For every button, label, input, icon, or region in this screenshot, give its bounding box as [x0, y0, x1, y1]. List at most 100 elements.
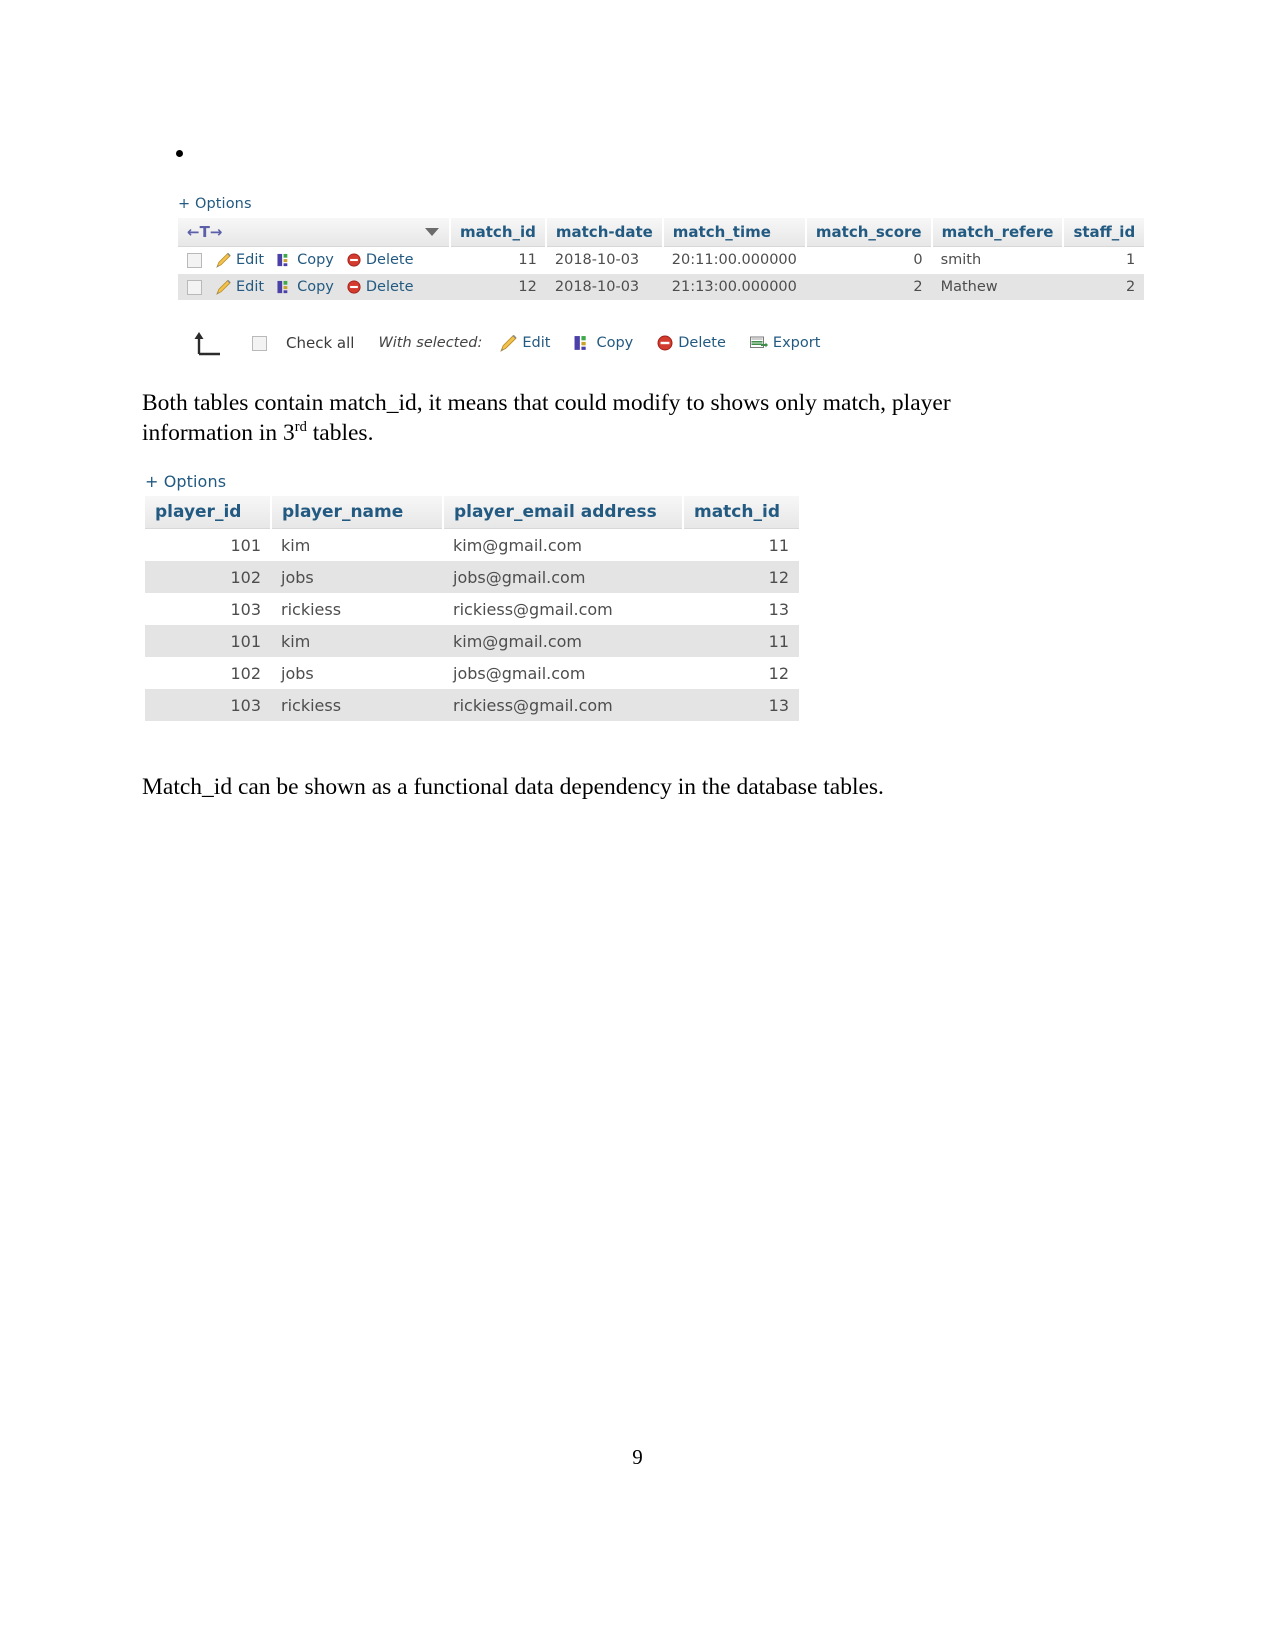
cell-staff-id: 2 [1063, 273, 1145, 301]
cell-match-date: 2018-10-03 [545, 246, 663, 274]
table-row: 101 kim kim@gmail.com 11 [145, 625, 799, 657]
cell-player-email: jobs@gmail.com [443, 561, 683, 593]
page-number: 9 [632, 1445, 643, 1469]
table-row: Edit [178, 273, 1145, 301]
copy-icon [574, 335, 591, 352]
export-label: Export [772, 335, 821, 351]
copy-icon [277, 253, 292, 268]
table-row: 102 jobs jobs@gmail.com 12 [145, 561, 799, 593]
paragraph-1-text-a: Both tables contain match_id, it means t… [142, 390, 951, 447]
cell-player-id: 102 [145, 657, 271, 689]
sort-arrows-label: ←T→ [187, 223, 223, 241]
row-checkbox[interactable] [187, 252, 202, 268]
copy-icon [277, 280, 292, 295]
column-header-sorter[interactable]: ←T→ [178, 218, 451, 247]
cell-player-name: kim [271, 528, 443, 561]
paragraph-both-tables: Both tables contain match_id, it means t… [142, 388, 972, 448]
bullet-list-item [142, 140, 1042, 166]
table-header-row: ←T→ match_id match-date match_time match… [178, 218, 1145, 247]
copy-label: Copy [297, 279, 334, 295]
cell-match-refere: smith [931, 246, 1064, 274]
chevron-down-icon[interactable] [425, 228, 439, 236]
delete-circle-icon [347, 280, 361, 294]
cell-player-id: 101 [145, 528, 271, 561]
table-row: 101 kim kim@gmail.com 11 [145, 528, 799, 561]
bulk-copy-label: Copy [596, 335, 634, 351]
cell-player-name: jobs [271, 657, 443, 689]
cell-player-name: rickiess [271, 689, 443, 721]
column-header-match-id[interactable]: match_id [450, 218, 547, 247]
cell-match-time: 21:13:00.000000 [662, 273, 806, 301]
options-link-player[interactable]: + Options [145, 472, 799, 491]
cell-player-name: rickiess [271, 593, 443, 625]
row-actions-cell: Edit Copy Delete [178, 273, 450, 301]
match-table-block: + Options ←T→ match_id match-date match_… [178, 196, 1145, 301]
cell-player-id: 103 [145, 593, 271, 625]
match-results-table: ←T→ match_id match-date match_time match… [178, 218, 1145, 301]
cell-match-id: 12 [450, 273, 546, 301]
pencil-icon [216, 279, 231, 295]
row-actions-cell: Edit Copy Delete [178, 246, 450, 274]
edit-row-button[interactable]: Edit [216, 252, 264, 268]
delete-label: Delete [365, 279, 414, 295]
column-header-staff-id[interactable]: staff_id [1063, 218, 1145, 247]
document-page: + Options ←T→ match_id match-date match_… [0, 0, 1275, 1650]
copy-row-button[interactable]: Copy [277, 252, 334, 268]
bulk-edit-button[interactable]: Edit [500, 334, 551, 352]
player-table-block: + Options player_id player_name player_e… [145, 472, 799, 721]
column-header-player-name[interactable]: player_name [271, 496, 444, 529]
column-header-match-date[interactable]: match-date [545, 218, 664, 247]
delete-circle-icon [347, 253, 361, 267]
export-button[interactable]: Export [749, 335, 821, 351]
column-header-match-id[interactable]: match_id [683, 496, 799, 529]
cell-player-email: rickiess@gmail.com [443, 689, 683, 721]
paragraph-functional-dependency: Match_id can be shown as a functional da… [142, 774, 884, 800]
cell-match-refere: Mathew [931, 273, 1064, 301]
cell-player-name: jobs [271, 561, 443, 593]
options-link-match[interactable]: + Options [178, 196, 1144, 212]
cell-player-name: kim [271, 625, 443, 657]
edit-label: Edit [236, 252, 265, 268]
with-selected-label: With selected: [378, 335, 483, 351]
match-table-footer-toolbar: Check all With selected: Edit Copy Delet… [190, 330, 833, 356]
table-row: 103 rickiess rickiess@gmail.com 13 [145, 689, 799, 721]
bulk-edit-label: Edit [522, 335, 551, 351]
cell-player-email: kim@gmail.com [443, 625, 683, 657]
cell-player-id: 101 [145, 625, 271, 657]
cell-match-id: 13 [683, 593, 799, 625]
column-header-player-id[interactable]: player_id [145, 496, 272, 529]
edit-label: Edit [236, 279, 265, 295]
paragraph-1-text-b: tables. [306, 420, 374, 447]
cell-match-id: 11 [683, 528, 799, 561]
column-header-player-email[interactable]: player_email address [443, 496, 684, 529]
cell-match-id: 13 [683, 689, 799, 721]
cell-player-email: kim@gmail.com [443, 528, 683, 561]
pencil-icon [216, 252, 231, 268]
player-results-table: player_id player_name player_email addre… [145, 496, 799, 721]
cell-match-score: 0 [805, 246, 932, 274]
cell-player-id: 102 [145, 561, 271, 593]
pencil-icon [500, 334, 517, 352]
bulk-delete-button[interactable]: Delete [657, 335, 726, 351]
row-checkbox[interactable] [187, 279, 202, 295]
cell-player-email: jobs@gmail.com [443, 657, 683, 689]
delete-row-button[interactable]: Delete [347, 252, 414, 268]
delete-row-button[interactable]: Delete [347, 279, 414, 295]
column-header-match-time[interactable]: match_time [662, 218, 807, 247]
cell-staff-id: 1 [1063, 246, 1145, 274]
cell-match-id: 12 [683, 561, 799, 593]
bulk-copy-button[interactable]: Copy [574, 335, 633, 352]
cell-player-id: 103 [145, 689, 271, 721]
bulk-delete-label: Delete [678, 335, 726, 351]
cell-match-id: 11 [683, 625, 799, 657]
delete-label: Delete [365, 252, 414, 268]
column-header-match-score[interactable]: match_score [805, 218, 933, 247]
export-icon [749, 335, 768, 351]
edit-row-button[interactable]: Edit [216, 279, 264, 295]
column-header-match-refere[interactable]: match_refere [931, 218, 1065, 247]
check-all-control[interactable]: Check all [252, 334, 354, 352]
table-row: Edit [178, 246, 1145, 274]
copy-row-button[interactable]: Copy [277, 279, 334, 295]
check-all-checkbox[interactable] [252, 335, 267, 351]
select-all-arrow-icon[interactable] [190, 330, 226, 356]
